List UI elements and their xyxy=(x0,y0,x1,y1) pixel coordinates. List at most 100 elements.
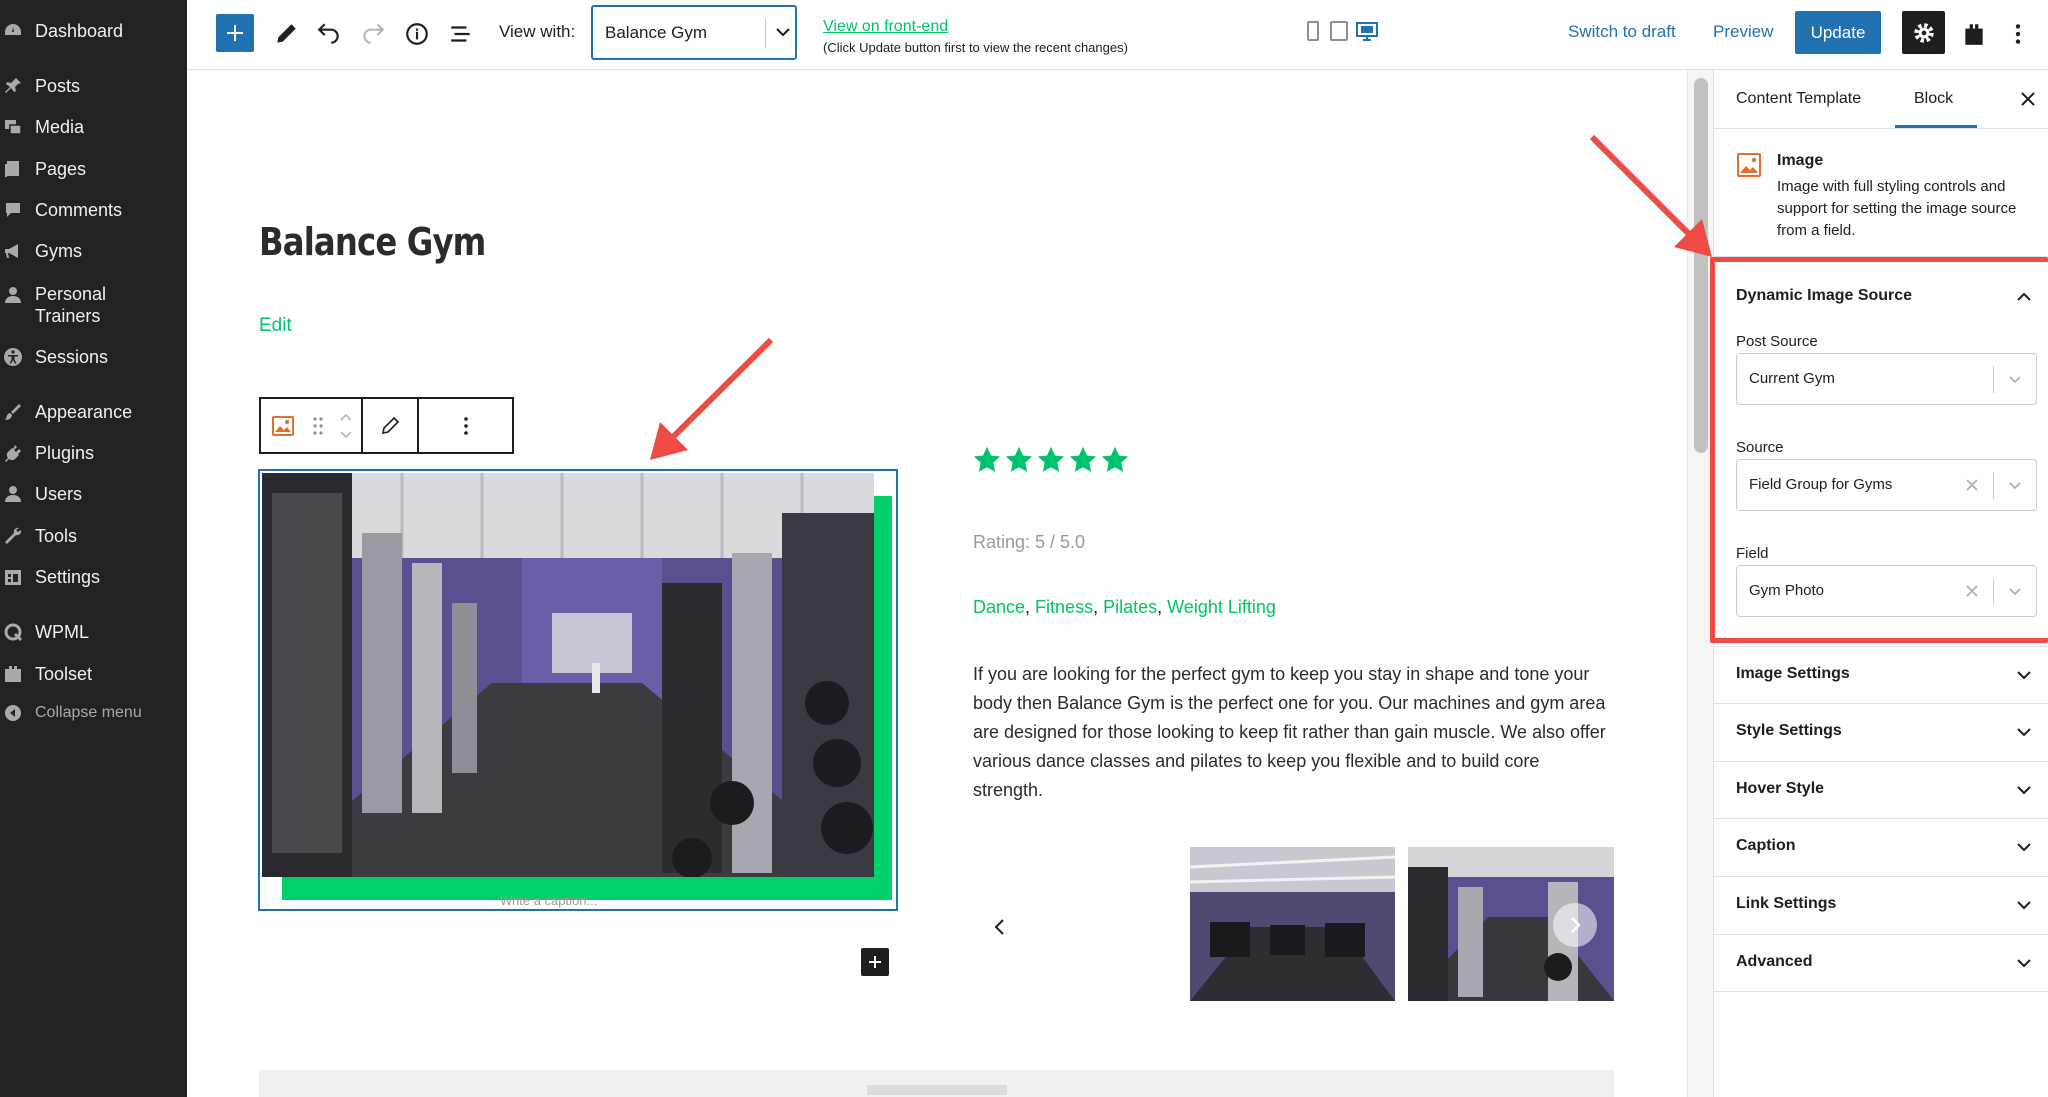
brush-icon xyxy=(3,402,23,422)
plus-icon xyxy=(227,25,243,41)
menu-item-media[interactable]: Media xyxy=(0,107,187,147)
panel-advanced[interactable]: Advanced xyxy=(1714,934,2048,992)
menu-item-dashboard[interactable]: Dashboard xyxy=(0,11,187,51)
panel-title: Caption xyxy=(1736,837,1796,854)
image-block-icon xyxy=(272,415,294,436)
carousel-prev-icon[interactable] xyxy=(988,912,1012,942)
tools-button[interactable] xyxy=(271,19,301,49)
menu-item-sessions[interactable]: Sessions xyxy=(0,337,187,377)
menu-label: Users xyxy=(35,484,83,504)
carousel-next-button[interactable] xyxy=(1553,903,1597,947)
collapse-icon xyxy=(3,703,23,723)
collapse-menu-button[interactable]: Collapse menu xyxy=(0,693,187,733)
tab-block[interactable]: Block xyxy=(1914,70,1953,128)
select-separator xyxy=(765,19,766,48)
update-button[interactable]: Update xyxy=(1795,11,1881,54)
mobile-preview-icon[interactable] xyxy=(1304,20,1322,42)
gym-photo[interactable] xyxy=(262,473,874,877)
menu-label: Toolset xyxy=(35,664,93,684)
add-block-button[interactable] xyxy=(861,948,889,976)
editor-canvas: Balance Gym Edit Write a caption... Rati… xyxy=(187,70,1687,1097)
universal-access-icon xyxy=(3,347,23,367)
comment-icon xyxy=(3,200,23,220)
menu-item-comments[interactable]: Comments xyxy=(0,190,187,230)
dashboard-icon xyxy=(3,21,23,41)
menu-label: Gyms xyxy=(35,241,82,261)
menu-item-pages[interactable]: Pages xyxy=(0,149,187,189)
drag-handle[interactable] xyxy=(305,399,331,452)
menu-item-gyms[interactable]: Gyms xyxy=(0,231,187,271)
more-options-button[interactable] xyxy=(2003,19,2033,49)
panel-hover-style[interactable]: Hover Style xyxy=(1714,761,2048,819)
menu-label: Dashboard xyxy=(35,21,124,41)
settings-toggle-button[interactable] xyxy=(1902,11,1945,54)
block-inserter-button[interactable] xyxy=(216,14,254,52)
more-vertical-icon xyxy=(463,416,468,435)
menu-item-personal-trainers[interactable]: Personal Trainers xyxy=(0,283,187,327)
details-button[interactable] xyxy=(402,19,432,49)
redo-button[interactable] xyxy=(358,19,388,49)
edit-image-button[interactable] xyxy=(363,399,417,452)
list-view-button[interactable] xyxy=(446,19,476,49)
menu-label: Sessions xyxy=(35,347,109,367)
menu-item-plugins[interactable]: Plugins xyxy=(0,433,187,473)
menu-item-toolset[interactable]: Toolset xyxy=(0,654,187,694)
star-icon xyxy=(1101,446,1129,472)
rating-text: Rating: 5 / 5.0 xyxy=(973,532,1086,552)
menu-item-users[interactable]: Users xyxy=(0,474,187,514)
star-icon xyxy=(973,446,1001,472)
category-link[interactable]: Weight Lifting xyxy=(1167,597,1276,617)
panel-style-settings[interactable]: Style Settings xyxy=(1714,703,2048,761)
menu-item-tools[interactable]: Tools xyxy=(0,516,187,556)
pencil-icon xyxy=(277,24,296,43)
list-view-icon xyxy=(451,26,470,42)
post-title[interactable]: Balance Gym xyxy=(259,220,486,264)
chevron-down-icon xyxy=(2017,843,2031,852)
caption-placeholder[interactable]: Write a caption... xyxy=(500,893,597,908)
redo-icon xyxy=(363,23,385,44)
switch-to-draft-button[interactable]: Switch to draft xyxy=(1568,22,1676,42)
panel-image-settings[interactable]: Image Settings xyxy=(1714,646,2048,704)
scrollbar-thumb[interactable] xyxy=(1694,78,1708,453)
menu-item-settings[interactable]: Settings xyxy=(0,557,187,597)
panel-caption[interactable]: Caption xyxy=(1714,818,2048,876)
preview-button[interactable]: Preview xyxy=(1713,22,1773,42)
chevron-down-icon xyxy=(2017,786,2031,795)
image-block[interactable]: Write a caption... xyxy=(258,469,898,911)
star-icon xyxy=(1069,446,1097,472)
panel-title: Advanced xyxy=(1736,953,1813,970)
star-rating xyxy=(972,445,1130,475)
block-options-button[interactable] xyxy=(419,399,512,452)
panel-title: Style Settings xyxy=(1736,722,1842,739)
settings-icon xyxy=(3,567,23,587)
menu-label: Tools xyxy=(35,526,78,546)
chevron-right-icon xyxy=(1571,917,1581,933)
toolset-button[interactable] xyxy=(1959,19,1989,49)
info-icon xyxy=(406,23,428,45)
gallery-thumbnail[interactable] xyxy=(1190,847,1395,1001)
menu-label: WPML xyxy=(35,622,89,642)
menu-item-appearance[interactable]: Appearance xyxy=(0,392,187,432)
undo-button[interactable] xyxy=(314,19,344,49)
star-icon xyxy=(1005,446,1033,472)
image-block-icon xyxy=(1737,153,1761,177)
block-toolbar xyxy=(259,397,514,454)
menu-item-posts[interactable]: Posts xyxy=(0,66,187,106)
desktop-preview-icon[interactable] xyxy=(1356,20,1378,42)
block-type-button[interactable] xyxy=(261,399,305,452)
move-up-down-buttons[interactable] xyxy=(331,399,361,452)
category-link[interactable]: Fitness xyxy=(1035,597,1093,617)
editor-toolbar: View with: Balance Gym View on front-end… xyxy=(187,0,2048,70)
panel-link-settings[interactable]: Link Settings xyxy=(1714,876,2048,934)
menu-label: Appearance xyxy=(35,402,133,422)
view-on-front-end-link[interactable]: View on front-end xyxy=(823,18,948,36)
category-link[interactable]: Dance xyxy=(973,597,1025,617)
edit-link[interactable]: Edit xyxy=(259,315,292,337)
menu-item-wpml[interactable]: WPML xyxy=(0,612,187,652)
tab-content-template[interactable]: Content Template xyxy=(1736,70,1861,128)
close-icon[interactable] xyxy=(2017,88,2039,110)
tablet-preview-icon[interactable] xyxy=(1330,20,1348,42)
category-link[interactable]: Pilates xyxy=(1103,597,1157,617)
view-with-select[interactable]: Balance Gym xyxy=(591,5,797,60)
media-icon xyxy=(3,117,23,137)
